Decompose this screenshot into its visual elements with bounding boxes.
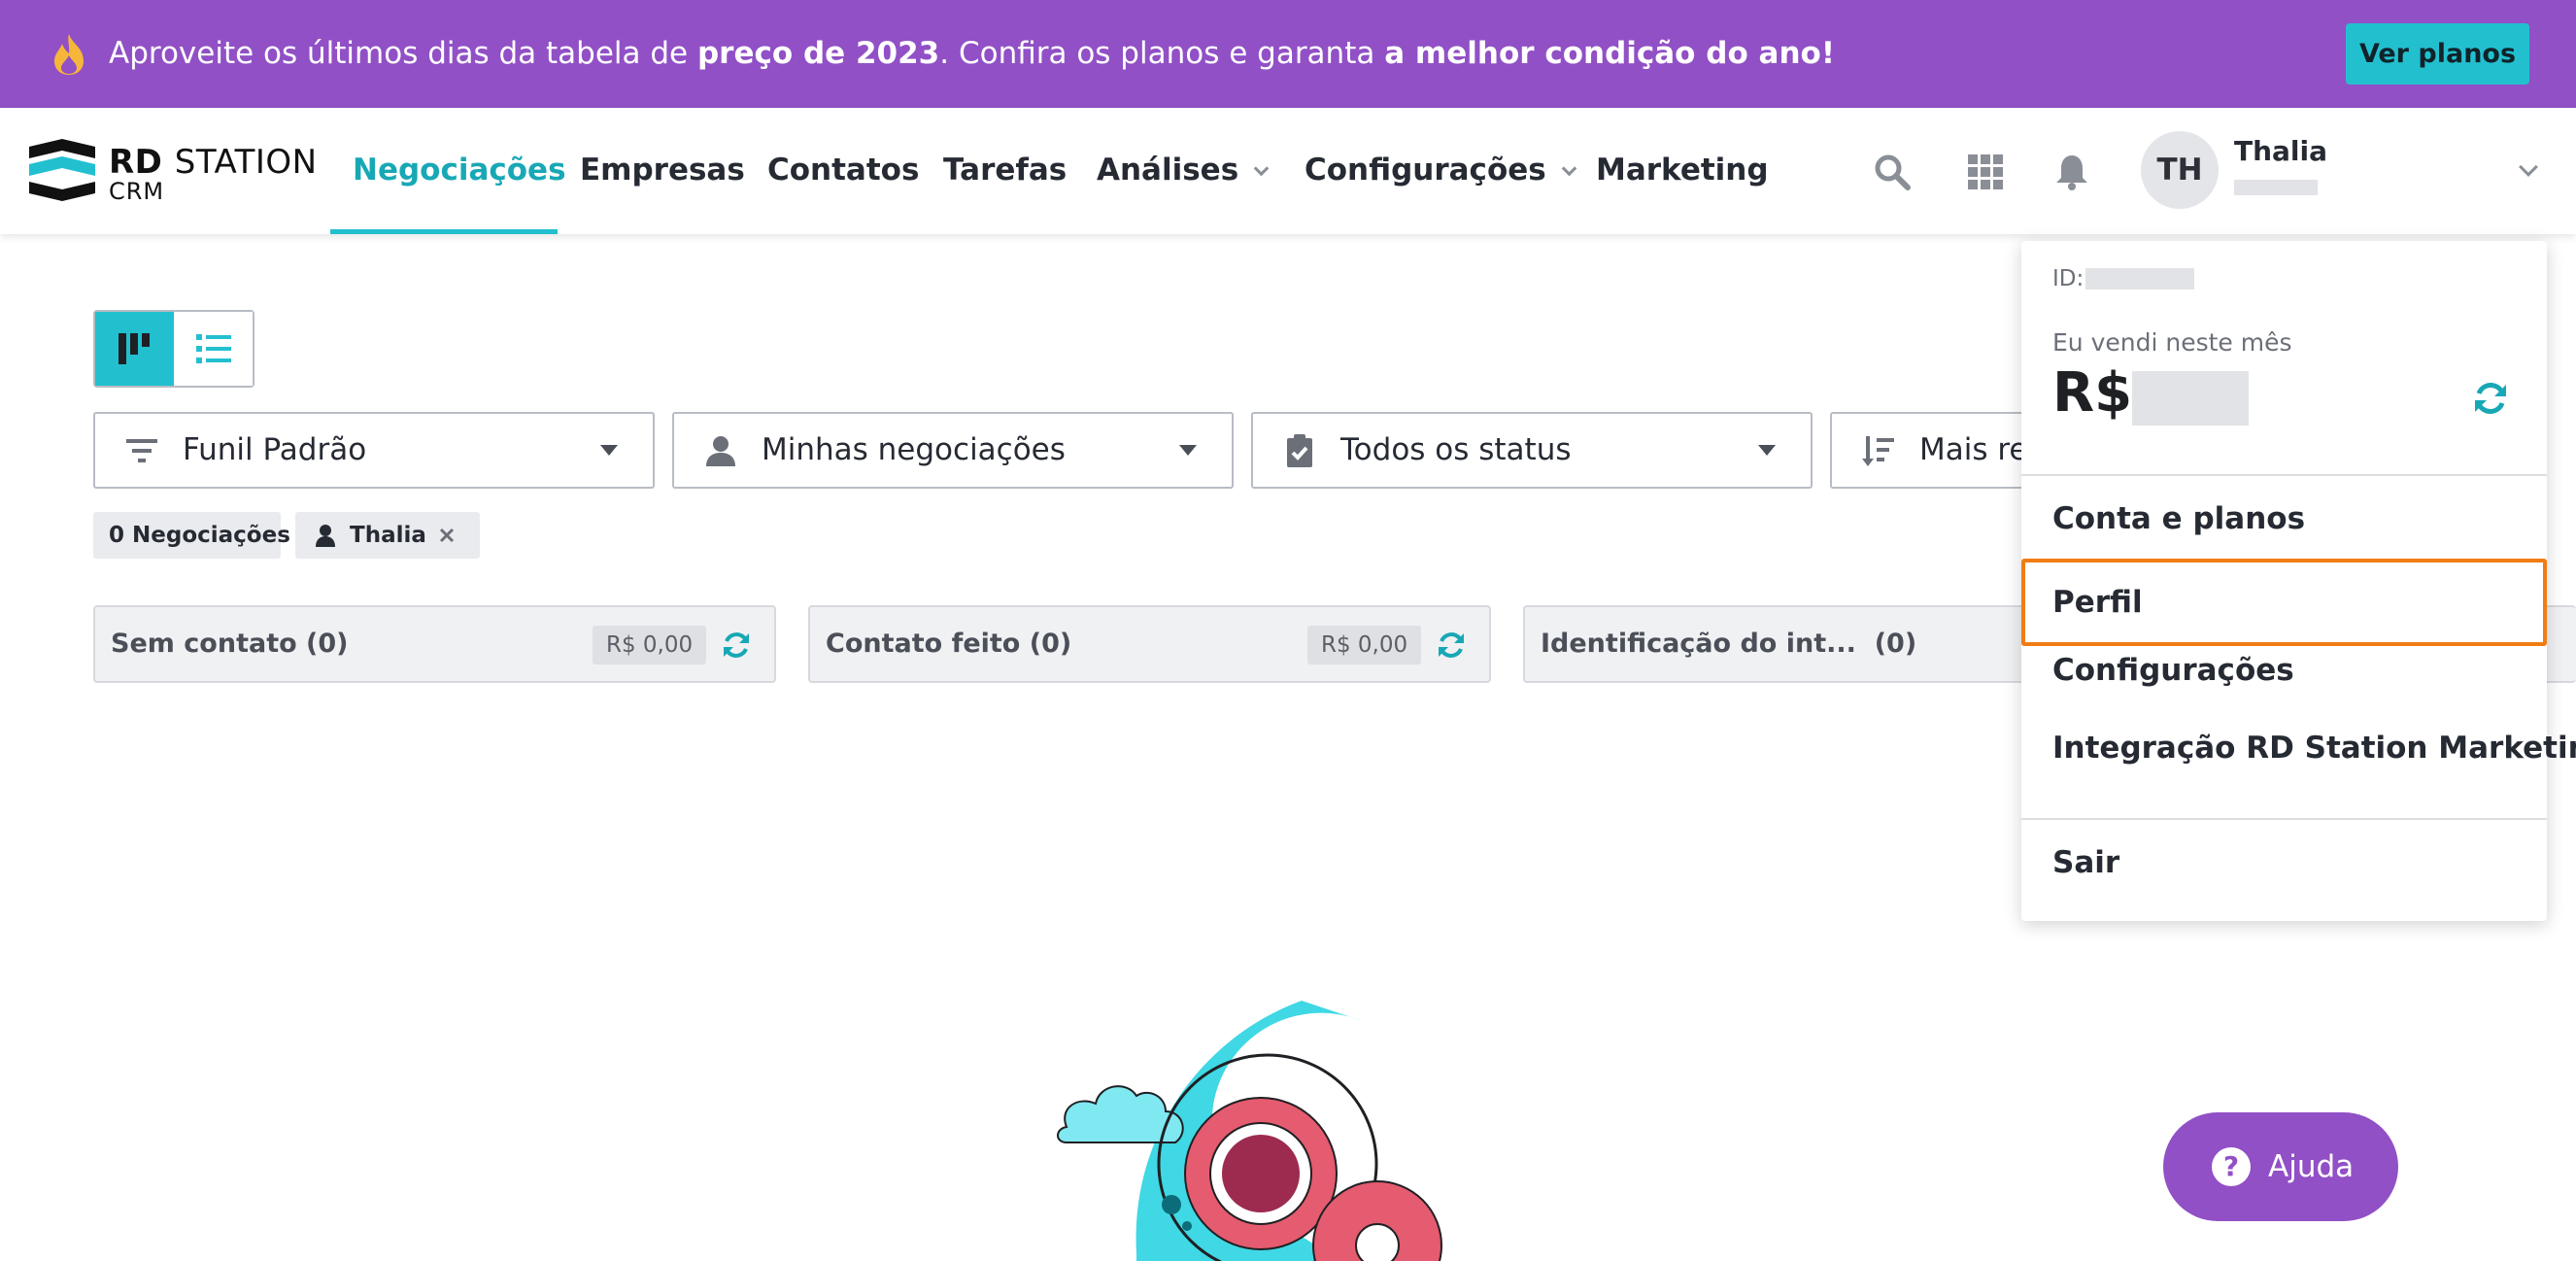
person-icon <box>706 436 735 466</box>
stage-column-header: Sem contato (0) R$ 0,00 <box>93 605 776 683</box>
refresh-icon[interactable] <box>1435 629 1468 662</box>
owner-chip-label: Thalia <box>350 523 426 548</box>
bell-icon[interactable] <box>2052 153 2091 191</box>
menu-divider <box>2021 818 2547 820</box>
deals-count-badge: 0 Negociações <box>93 512 290 559</box>
logo-mark-icon <box>29 139 95 201</box>
caret-down-icon <box>600 445 618 456</box>
nav-analises[interactable]: Análises <box>1097 108 1270 234</box>
caret-down-icon <box>1179 445 1197 456</box>
nav-configuracoes[interactable]: Configurações <box>1305 108 1576 234</box>
caret-down-icon <box>1758 445 1776 456</box>
menu-item-perfil-label: Perfil <box>2052 585 2143 620</box>
nav-negociacoes[interactable]: Negociações <box>353 108 566 234</box>
ver-planos-button[interactable]: Ver planos <box>2346 23 2529 85</box>
monthly-sales-currency: R$ <box>2052 361 2133 425</box>
rd-station-crm-logo[interactable]: RD STATION CRM <box>29 137 317 205</box>
chevron-down-icon <box>1253 160 1270 177</box>
sort-icon <box>1862 436 1894 466</box>
owner-filter-select[interactable]: Minhas negociações <box>672 412 1234 489</box>
user-name[interactable]: Thalia <box>2234 135 2327 167</box>
list-view-button[interactable] <box>174 312 253 386</box>
status-filter-label: Todos os status <box>1340 432 1572 467</box>
close-icon[interactable] <box>439 528 455 543</box>
owner-filter-chip: Thalia <box>295 512 480 559</box>
funnel-filter-label: Funil Padrão <box>183 432 367 467</box>
list-icon <box>196 334 231 363</box>
menu-item-configuracoes[interactable]: Configurações <box>2052 653 2294 688</box>
stage-total: R$ 0,00 <box>1307 626 1422 665</box>
account-id-label: ID: <box>2052 266 2085 291</box>
menu-item-sair[interactable]: Sair <box>2052 845 2119 880</box>
view-toggle <box>93 310 254 388</box>
help-button[interactable]: ? Ajuda <box>2163 1112 2398 1221</box>
menu-item-conta-e-planos[interactable]: Conta e planos <box>2052 501 2305 536</box>
nav-active-indicator <box>330 229 558 234</box>
top-navbar: RD STATION CRM Negociações Empresas Cont… <box>0 108 2576 234</box>
funnel-icon <box>126 439 157 462</box>
refresh-icon[interactable] <box>720 629 753 662</box>
avatar[interactable]: TH <box>2141 131 2219 209</box>
chevron-down-icon <box>1561 160 1576 177</box>
status-filter-select[interactable]: Todos os status <box>1251 412 1813 489</box>
menu-divider <box>2021 474 2547 476</box>
clipboard-check-icon <box>1287 434 1312 467</box>
empty-state-illustration <box>1057 1001 1442 1261</box>
account-id-redacted <box>2085 268 2194 290</box>
search-icon[interactable] <box>1873 153 1912 191</box>
funnel-filter-select[interactable]: Funil Padrão <box>93 412 655 489</box>
owner-filter-label: Minhas negociações <box>762 432 1066 467</box>
nav-contatos[interactable]: Contatos <box>767 108 919 234</box>
apps-grid-icon[interactable] <box>1966 153 2005 191</box>
logo-brand: RD STATION <box>109 143 318 182</box>
promo-message: Aproveite os últimos dias da tabela de p… <box>109 36 1835 71</box>
sort-filter-label: Mais re <box>1919 432 2028 467</box>
help-label: Ajuda <box>2268 1149 2355 1184</box>
stage-name: Sem contato (0) <box>111 629 349 659</box>
monthly-sales-amount-redacted <box>2132 371 2249 426</box>
stage-total: R$ 0,00 <box>593 626 707 665</box>
help-icon: ? <box>2212 1147 2251 1186</box>
stage-column-header: Contato feito (0) R$ 0,00 <box>808 605 1491 683</box>
kanban-view-button[interactable] <box>95 312 174 386</box>
fire-icon <box>54 34 84 75</box>
menu-item-integracao-rd-station-marketing[interactable]: Integração RD Station Marketing <box>2052 731 2576 766</box>
menu-item-perfil[interactable]: Perfil <box>2021 559 2547 646</box>
chevron-down-icon[interactable] <box>2519 157 2538 177</box>
stage-name: Contato feito (0) <box>826 629 1072 659</box>
person-icon <box>316 525 335 547</box>
user-account-redacted <box>2234 180 2318 195</box>
nav-tarefas[interactable]: Tarefas <box>943 108 1067 234</box>
promo-banner: Aproveite os últimos dias da tabela de p… <box>0 0 2576 108</box>
monthly-sales-label: Eu vendi neste mês <box>2052 328 2292 357</box>
refresh-icon[interactable] <box>2471 379 2510 418</box>
logo-sub: CRM <box>109 178 165 205</box>
nav-marketing[interactable]: Marketing <box>1596 108 1769 234</box>
stage-name: Identificação do int... (0) <box>1541 629 1917 659</box>
nav-empresas[interactable]: Empresas <box>580 108 745 234</box>
sort-filter-select[interactable]: Mais re <box>1830 412 2028 489</box>
kanban-icon <box>119 333 150 364</box>
